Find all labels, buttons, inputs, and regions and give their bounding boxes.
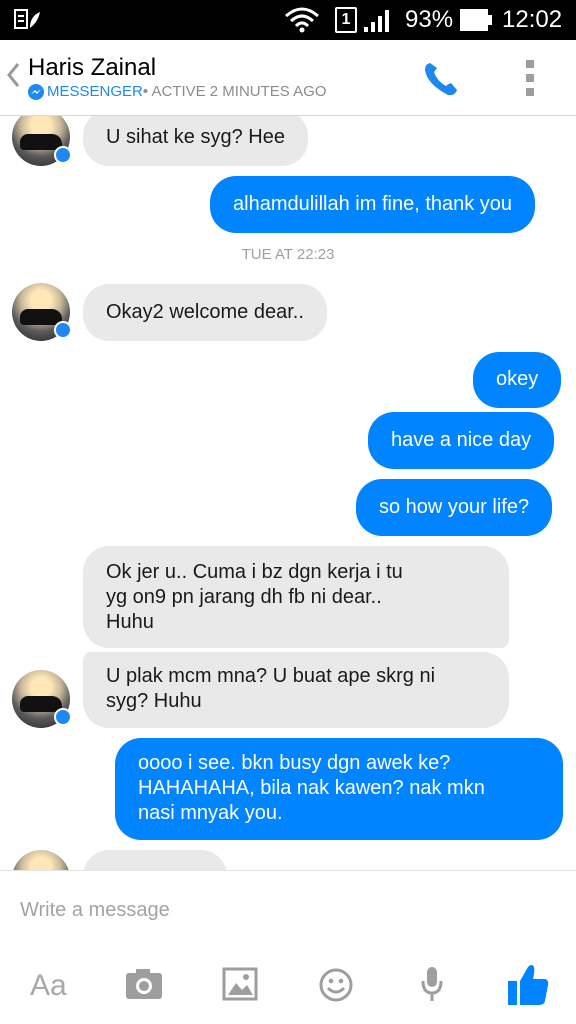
text-format-button[interactable]: Aa: [30, 969, 67, 1003]
message-incoming[interactable]: U plak mcm mna? U buat ape skrg ni syg? …: [83, 652, 509, 728]
timestamp: TUE AT 22:23: [241, 246, 335, 263]
message-line: Huhu: [106, 611, 154, 633]
messenger-badge-icon: [54, 708, 72, 726]
avatar[interactable]: [12, 116, 72, 166]
image-icon[interactable]: [222, 967, 258, 1006]
battery-icon: [460, 9, 492, 36]
phone-icon[interactable]: [422, 60, 460, 103]
status-bar: 1 93% 12:02: [0, 0, 576, 40]
message-line: HAHAHAHA, bila nak kawen? nak mkn: [138, 777, 485, 799]
message-line: oooo i see. bkn busy dgn awek ke?: [138, 752, 451, 774]
wifi-icon: [284, 6, 320, 39]
contact-status: MESSENGER • ACTIVE 2 MINUTES AGO: [28, 83, 327, 100]
active-status: • ACTIVE 2 MINUTES AGO: [142, 83, 327, 100]
message-incoming[interactable]: Okay2 welcome dear..: [83, 284, 327, 341]
composer: Write a message Aa: [0, 870, 576, 1024]
sim-icon: 1: [335, 7, 357, 33]
microphone-icon[interactable]: [420, 965, 444, 1010]
signal-icon: [364, 9, 394, 38]
message-outgoing[interactable]: oooo i see. bkn busy dgn awek ke? HAHAHA…: [115, 738, 563, 840]
message-line: syg? Huhu: [106, 690, 202, 712]
contact-name[interactable]: Haris Zainal: [28, 54, 156, 82]
message-list[interactable]: U sihat ke syg? Hee alhamdulillah im fin…: [0, 116, 576, 870]
messenger-badge-icon: [54, 146, 72, 164]
avatar[interactable]: [12, 850, 70, 870]
message-incoming[interactable]: U sihat ke syg? Hee: [83, 116, 308, 166]
notification-icon: [14, 8, 42, 37]
message-outgoing[interactable]: alhamdulillah im fine, thank you: [210, 176, 536, 233]
camera-icon[interactable]: [124, 967, 164, 1006]
conversation-header: Haris Zainal MESSENGER • ACTIVE 2 MINUTE…: [0, 40, 576, 116]
messenger-icon: [28, 83, 44, 100]
message-incoming-partial[interactable]: [83, 850, 227, 870]
message-line: Ok jer u.. Cuma i bz dgn kerja i tu: [106, 561, 403, 583]
smiley-icon[interactable]: [318, 967, 354, 1008]
message-outgoing[interactable]: okey: [473, 352, 562, 408]
message-line: yg on9 pn jarang dh fb ni dear..: [106, 586, 382, 608]
more-vertical-icon[interactable]: [524, 58, 536, 103]
message-outgoing[interactable]: so how your life?: [356, 479, 553, 536]
message-line: U plak mcm mna? U buat ape skrg ni: [106, 665, 436, 687]
avatar[interactable]: [12, 670, 72, 728]
thumbs-up-icon[interactable]: [506, 961, 550, 1012]
message-input[interactable]: Write a message: [20, 899, 170, 922]
message-line: nasi mnyak you.: [138, 802, 283, 824]
message-outgoing[interactable]: have a nice day: [368, 412, 555, 469]
clock: 12:02: [502, 6, 563, 33]
app-name: MESSENGER: [47, 83, 143, 100]
battery-percent: 93%: [405, 6, 454, 33]
avatar[interactable]: [12, 283, 72, 341]
message-incoming[interactable]: Ok jer u.. Cuma i bz dgn kerja i tu yg o…: [83, 546, 509, 648]
messenger-badge-icon: [54, 321, 72, 339]
chevron-left-icon[interactable]: [6, 62, 20, 95]
